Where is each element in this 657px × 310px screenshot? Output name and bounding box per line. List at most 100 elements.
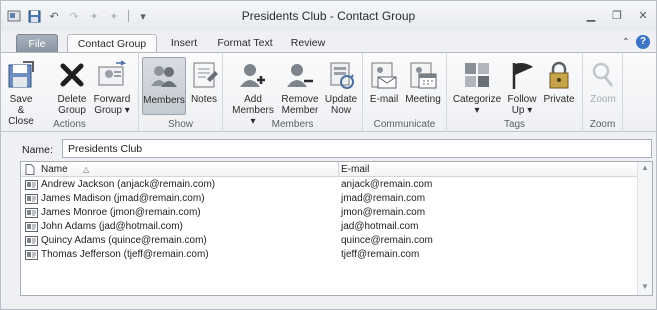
member-name: James Monroe (jmon@remain.com) [41, 207, 201, 218]
group-label-communicate: Communicate [373, 119, 436, 130]
member-name: Andrew Jackson (anjack@remain.com) [41, 179, 216, 190]
members-list: Name △ E-mail Andrew Jackson (anjack@rem… [20, 161, 653, 296]
member-email: jad@hotmail.com [341, 221, 419, 232]
tab-format-text[interactable]: Format Text [215, 34, 275, 53]
update-now-button[interactable]: Update Now [323, 57, 359, 116]
lock-icon [543, 59, 575, 91]
group-label-actions: Actions [53, 119, 86, 130]
group-zoom: Zoom Zoom [583, 53, 623, 132]
delete-group-label-1: Delete [57, 94, 87, 105]
group-label-tags: Tags [503, 119, 526, 130]
outlook-window: ↶ ↷ ✦ ✦ ▾ Presidents Club - Contact Grou… [0, 0, 657, 310]
follow-up-label-1: Follow [507, 94, 537, 105]
delete-x-icon [56, 59, 88, 91]
contact-card-icon [25, 250, 38, 260]
minimize-icon[interactable]: ▁ [582, 7, 600, 23]
window-controls: ▁ ❐ ✕ [582, 7, 652, 23]
scroll-up-icon[interactable]: ▲ [640, 163, 650, 175]
contact-card-icon [25, 194, 38, 204]
group-communicate: E-mail Meeting Communicate [363, 53, 447, 132]
members-view-label: Members [143, 95, 185, 106]
list-header: Name △ E-mail [21, 162, 638, 177]
member-name: Quincy Adams (quince@remain.com) [41, 235, 207, 246]
follow-up-label-2: Up ▾ [511, 105, 533, 116]
add-members-label-1: Add [244, 94, 262, 105]
forward-group-label-2: Group ▾ [94, 105, 130, 116]
column-header-email[interactable]: E-mail [341, 164, 369, 175]
member-name: James Madison (jmad@remain.com) [41, 193, 205, 204]
private-label: Private [543, 94, 575, 105]
update-now-label-1: Update [324, 94, 358, 105]
list-item[interactable]: Andrew Jackson (anjack@remain.com) anjac… [21, 178, 638, 192]
members-view-button[interactable]: Members [142, 57, 186, 115]
tab-review[interactable]: Review [286, 34, 330, 53]
scroll-down-icon[interactable]: ▼ [640, 282, 650, 294]
group-label-show: Show [167, 119, 193, 130]
group-label-members: Members [271, 119, 314, 130]
magnifier-icon [587, 59, 619, 91]
update-now-label-2: Now [330, 105, 351, 116]
member-email: tjeff@remain.com [341, 249, 420, 260]
list-item[interactable]: Quincy Adams (quince@remain.com) quince@… [21, 234, 638, 248]
save-close-button[interactable]: Save & Close [5, 57, 37, 127]
categorize-icon [461, 59, 493, 91]
contact-card-icon [25, 180, 38, 190]
ribbon-tabs: File Contact Group Insert Format Text Re… [1, 31, 656, 53]
ribbon: Save & Close Delete Group Forward Group … [1, 52, 656, 132]
list-item[interactable]: James Madison (jmad@remain.com) jmad@rem… [21, 192, 638, 206]
group-show: Members Notes Show [139, 53, 223, 132]
follow-up-button[interactable]: Follow Up ▾ [505, 57, 539, 116]
remove-member-label-2: Member [281, 105, 319, 116]
vertical-scrollbar[interactable]: ▲ ▼ [637, 162, 652, 295]
list-item[interactable]: Thomas Jefferson (tjeff@remain.com) tjef… [21, 248, 638, 262]
remove-member-button[interactable]: Remove Member [281, 57, 319, 116]
notes-view-button[interactable]: Notes [189, 57, 219, 105]
remove-member-icon [284, 59, 316, 91]
tab-contact-group[interactable]: Contact Group [67, 34, 157, 53]
minimize-ribbon-icon[interactable]: ⌃ [622, 37, 630, 48]
private-button[interactable]: Private [541, 57, 577, 105]
update-contacts-icon [325, 59, 357, 91]
delete-group-label-2: Group [58, 105, 86, 116]
title-bar: ↶ ↷ ✦ ✦ ▾ Presidents Club - Contact Grou… [1, 1, 656, 31]
restore-icon[interactable]: ❐ [608, 7, 626, 23]
window-title: Presidents Club - Contact Group [241, 9, 416, 23]
meeting-icon [407, 59, 439, 91]
member-name: John Adams (jad@hotmail.com) [41, 221, 183, 232]
column-header-name[interactable]: Name △ [21, 162, 339, 177]
email-button[interactable]: E-mail [368, 57, 400, 105]
zoom-button: Zoom [587, 57, 619, 105]
forward-group-label-1: Forward [93, 94, 131, 105]
name-field[interactable]: Presidents Club [62, 139, 652, 158]
group-actions: Save & Close Delete Group Forward Group … [1, 53, 139, 132]
categorize-button[interactable]: Categorize ▾ [451, 57, 503, 116]
contact-card-icon [25, 208, 38, 218]
email-label: E-mail [369, 94, 399, 105]
notes-view-label: Notes [190, 94, 218, 105]
add-members-button[interactable]: Add Members ▾ [229, 57, 277, 127]
group-members: Add Members ▾ Remove Member Update Now M… [223, 53, 363, 132]
save-close-icon [5, 59, 37, 91]
contact-card-icon [25, 222, 38, 232]
help-icon[interactable]: ? [636, 35, 650, 49]
member-email: jmad@remain.com [341, 193, 426, 204]
group-tags: Categorize ▾ Follow Up ▾ Private Tags [447, 53, 583, 132]
zoom-label: Zoom [590, 94, 616, 105]
member-email: anjack@remain.com [341, 179, 433, 190]
meeting-label: Meeting [405, 94, 441, 105]
notes-icon [189, 59, 221, 91]
delete-group-button[interactable]: Delete Group [55, 57, 89, 116]
members-icon [148, 60, 180, 92]
tab-insert[interactable]: Insert [164, 34, 204, 53]
document-icon [25, 164, 35, 175]
flag-icon [506, 59, 538, 91]
member-email: quince@remain.com [341, 235, 433, 246]
meeting-button[interactable]: Meeting [403, 57, 443, 105]
list-item[interactable]: John Adams (jad@hotmail.com) jad@hotmail… [21, 220, 638, 234]
list-item[interactable]: James Monroe (jmon@remain.com) jmon@rema… [21, 206, 638, 220]
member-email: jmon@remain.com [341, 207, 426, 218]
forward-group-button[interactable]: Forward Group ▾ [92, 57, 132, 116]
tab-file[interactable]: File [16, 34, 58, 53]
close-icon[interactable]: ✕ [634, 7, 652, 23]
name-label: Name: [22, 144, 53, 156]
